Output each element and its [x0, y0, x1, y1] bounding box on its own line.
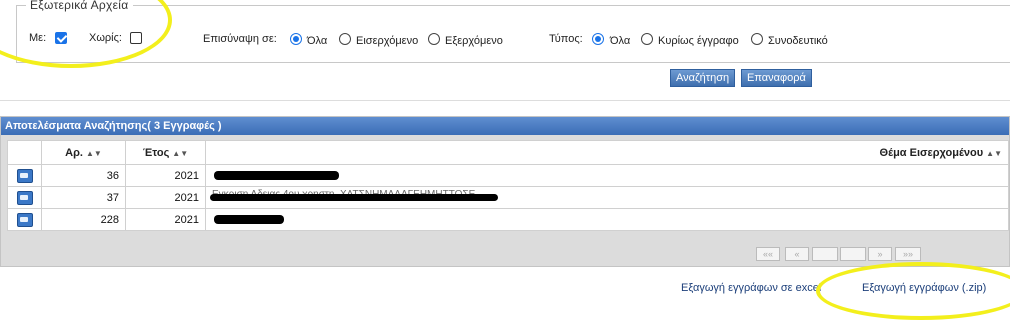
attachment-option-all: Όλα [307, 35, 328, 47]
highlight-annotation-zip [816, 262, 1010, 320]
row-number: 36 [41, 164, 126, 187]
redaction-mark [214, 171, 339, 181]
open-record-icon[interactable] [16, 168, 33, 183]
column-year-label: Έτος [142, 146, 170, 159]
row-year: 2021 [125, 186, 206, 209]
row-subject [205, 208, 1009, 231]
sort-icon: ▲▼ [172, 148, 189, 158]
type-option-attachment: Συνοδευτικό [768, 35, 828, 47]
table-row[interactable]: 37 2021 Εγκριση Αδειας 4ου χρηστη. ΧΛΤΣΝ… [7, 186, 1009, 209]
attachment-label: Επισύναψη σε: [203, 33, 277, 45]
attachment-option-outgoing: Εξερχόμενο [445, 35, 503, 47]
results-panel: Αποτελέσματα Αναζήτησης( 3 Εγγραφές ) Αρ… [0, 116, 1010, 267]
table-row[interactable]: 36 2021 [7, 164, 1009, 187]
row-year: 2021 [125, 208, 206, 231]
attachment-radio-all[interactable] [290, 33, 302, 45]
page-count [840, 247, 866, 261]
table-header-row: Αρ. ▲▼ Έτος ▲▼ Θέμα Εισερχομένου ▲▼ [7, 140, 1009, 165]
last-page-button[interactable]: »» [895, 247, 921, 261]
row-year: 2021 [125, 164, 206, 187]
type-option-main: Κυρίως έγγραφο [658, 35, 739, 47]
first-page-button[interactable]: «« [756, 247, 780, 261]
row-action-cell[interactable] [7, 164, 42, 187]
attachment-radio-incoming[interactable] [339, 33, 351, 45]
attachment-option-incoming: Εισερχόμενο [356, 35, 419, 47]
open-record-icon[interactable] [16, 212, 33, 227]
row-number: 37 [41, 186, 126, 209]
column-number-label: Αρ. [65, 146, 83, 159]
export-excel-link[interactable]: Εξαγωγή εγγράφων σε excel [681, 282, 821, 294]
type-option-all: Όλα [610, 35, 631, 47]
redaction-mark [214, 215, 284, 225]
divider [0, 100, 1010, 101]
type-label: Τύπος: [549, 33, 583, 45]
reset-button[interactable]: Επαναφορά [741, 69, 812, 87]
sort-icon: ▲▼ [85, 148, 102, 158]
column-header-year[interactable]: Έτος ▲▼ [125, 140, 206, 165]
attachment-radio-outgoing[interactable] [428, 33, 440, 45]
column-subject-label: Θέμα Εισερχομένου [879, 146, 984, 159]
type-radio-all[interactable] [592, 33, 604, 45]
page-input[interactable] [812, 247, 838, 261]
row-action-cell[interactable] [7, 208, 42, 231]
icon-column-header [7, 140, 42, 165]
sort-icon: ▲▼ [986, 148, 1002, 158]
open-record-icon[interactable] [16, 190, 33, 205]
row-subject [205, 164, 1009, 187]
redaction-mark [210, 194, 498, 201]
row-subject: Εγκριση Αδειας 4ου χρηστη. ΧΛΤΣΝΗΜΑΛΑΓΕΗ… [205, 186, 1009, 209]
column-header-number[interactable]: Αρ. ▲▼ [41, 140, 126, 165]
row-number: 228 [41, 208, 126, 231]
search-button[interactable]: Αναζήτηση [670, 69, 736, 87]
type-radio-main[interactable] [641, 33, 653, 45]
row-action-cell[interactable] [7, 186, 42, 209]
table-row[interactable]: 228 2021 [7, 208, 1009, 231]
results-table: Αρ. ▲▼ Έτος ▲▼ Θέμα Εισερχομένου ▲▼ 36 2021… [7, 140, 1009, 231]
column-header-subject[interactable]: Θέμα Εισερχομένου ▲▼ [205, 140, 1009, 165]
results-title: Αποτελέσματα Αναζήτησης( 3 Εγγραφές ) [1, 117, 1009, 135]
next-page-button[interactable]: » [868, 247, 892, 261]
prev-page-button[interactable]: « [785, 247, 809, 261]
type-radio-attachment[interactable] [751, 33, 763, 45]
